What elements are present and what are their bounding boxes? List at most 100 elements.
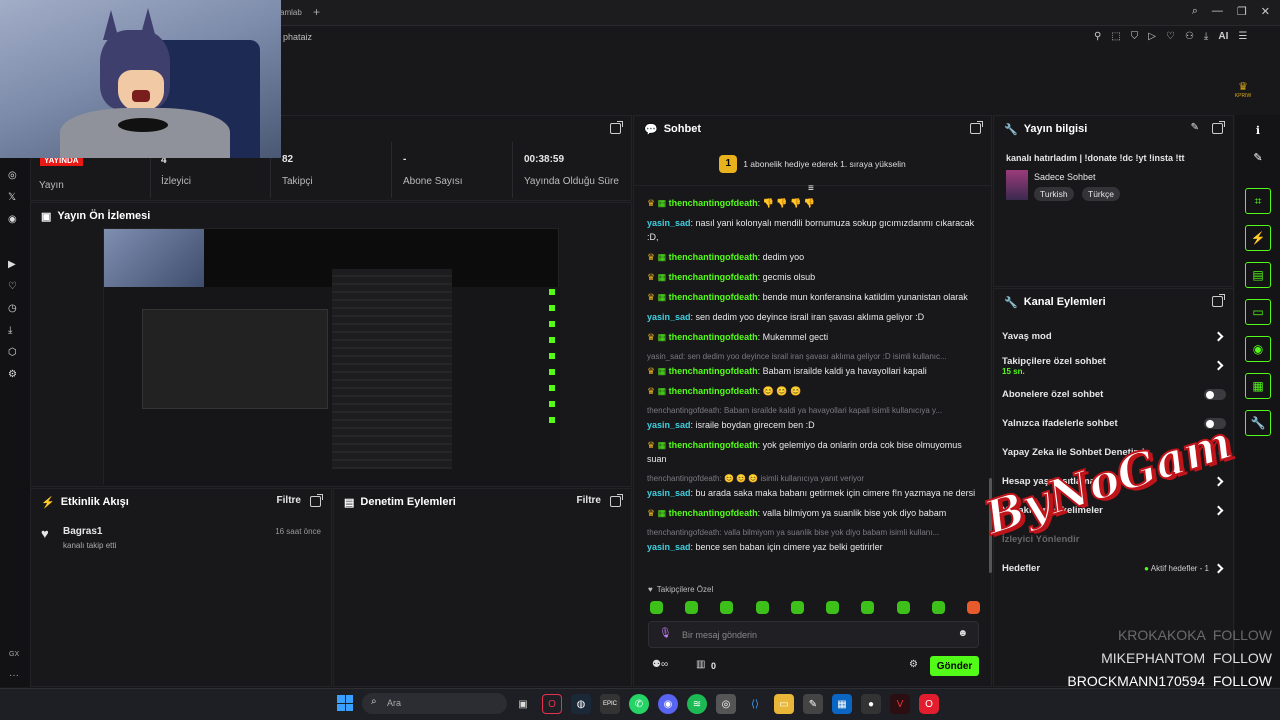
chevron-right-icon[interactable]: [1213, 563, 1224, 574]
send-button[interactable]: Gönder: [930, 656, 979, 676]
points-icon[interactable]: ▥: [696, 659, 705, 670]
wrench-icon[interactable]: 🔧: [1245, 410, 1271, 436]
popout-icon[interactable]: [610, 494, 623, 507]
emote[interactable]: [896, 601, 910, 614]
chat-username[interactable]: thenchantingofdeath: [669, 386, 758, 396]
discord-icon[interactable]: ◉: [658, 694, 678, 714]
heart-icon[interactable]: ♡: [8, 281, 17, 292]
tag-chip[interactable]: Turkish: [1034, 187, 1074, 201]
chat-username[interactable]: thenchantingofdeath: [669, 440, 758, 450]
info-icon[interactable]: ℹ: [1256, 124, 1260, 140]
chat-username[interactable]: thenchantingofdeath: [669, 508, 758, 518]
chevron-right-icon[interactable]: [1213, 331, 1224, 342]
emote[interactable]: [966, 601, 980, 614]
chat-username[interactable]: thenchantingofdeath: [669, 272, 758, 282]
tag-chip[interactable]: Türkçe: [1082, 187, 1120, 201]
emoji-icon[interactable]: ☻: [957, 628, 968, 639]
emote[interactable]: [720, 601, 734, 614]
channel-action-row[interactable]: Abonelere özel sohbet: [1002, 380, 1226, 409]
chat-settings-icon[interactable]: ⚙: [909, 659, 918, 670]
pencil-icon[interactable]: ✎: [1253, 151, 1262, 177]
task-view-icon[interactable]: ▣: [513, 694, 533, 714]
toggle-switch[interactable]: [1204, 389, 1226, 400]
chat-username[interactable]: thenchantingofdeath: [669, 366, 758, 376]
chat-username[interactable]: yasin_sad: [647, 542, 691, 552]
game-icon[interactable]: V: [890, 694, 910, 714]
chat-username[interactable]: yasin_sad: [647, 218, 691, 228]
broadcast-icon[interactable]: ◉: [1245, 336, 1271, 362]
chat-bubble-icon[interactable]: ▭: [1245, 299, 1271, 325]
popout-icon[interactable]: [1212, 121, 1225, 134]
chat-username[interactable]: thenchantingofdeath: [669, 252, 758, 262]
popout-icon[interactable]: [310, 494, 323, 507]
heart-icon[interactable]: ♡: [1166, 31, 1175, 42]
restore-icon[interactable]: ❐: [1237, 5, 1247, 18]
screenshot-icon[interactable]: ⬚: [1111, 31, 1120, 42]
edit-icon[interactable]: ✎: [1191, 122, 1199, 133]
menu-icon[interactable]: ☰: [1238, 31, 1247, 42]
emote[interactable]: [931, 601, 945, 614]
steam-icon[interactable]: ◍: [571, 694, 591, 714]
microphone-icon[interactable]: 🎙: [659, 628, 672, 639]
settings-icon[interactable]: ⚙: [8, 369, 17, 380]
moderation-filter[interactable]: Filtre: [577, 495, 601, 506]
calculator-icon[interactable]: ▦: [832, 694, 852, 714]
emote[interactable]: [650, 601, 663, 614]
chat-username[interactable]: yasin_sad: [647, 488, 691, 498]
shield-icon[interactable]: ⛉: [1131, 31, 1139, 42]
epic-games-icon[interactable]: EPIC: [600, 694, 620, 714]
account-icon[interactable]: ⚇: [1185, 31, 1194, 42]
recorder-icon[interactable]: ●: [861, 694, 881, 714]
popout-icon[interactable]: [1212, 294, 1225, 307]
emote[interactable]: [861, 601, 875, 614]
pin-icon[interactable]: ⚲: [1094, 31, 1101, 42]
obs-icon[interactable]: ◎: [716, 694, 736, 714]
bolt-icon[interactable]: ⚡: [1245, 225, 1271, 251]
emote[interactable]: [755, 601, 769, 614]
channel-action-row[interactable]: Takipçilere özel sohbet 15 sn.: [1002, 351, 1226, 380]
popout-icon[interactable]: [610, 121, 623, 134]
stream-preview-video[interactable]: [103, 228, 560, 485]
chevron-right-icon[interactable]: [1213, 360, 1224, 371]
chat-username[interactable]: yasin_sad: [647, 312, 691, 322]
discord-icon[interactable]: ◉: [8, 214, 17, 225]
minimize-icon[interactable]: —: [1212, 5, 1223, 18]
chat-username[interactable]: thenchantingofdeath: [669, 292, 758, 302]
file-explorer-icon[interactable]: ▭: [774, 694, 794, 714]
play-circle-icon[interactable]: ▶: [8, 259, 17, 270]
search-icon[interactable]: ⌕: [1192, 5, 1198, 18]
emote[interactable]: [826, 601, 840, 614]
instagram-icon[interactable]: ◎: [8, 170, 17, 181]
document-icon[interactable]: ▤: [1245, 262, 1271, 288]
start-icon[interactable]: [337, 695, 353, 711]
vscode-icon[interactable]: ⟨⟩: [745, 694, 765, 714]
x-icon[interactable]: 𝕏: [8, 192, 17, 203]
new-tab-icon[interactable]: +: [313, 5, 320, 19]
emote[interactable]: [790, 601, 804, 614]
ai-button[interactable]: AI: [1218, 31, 1228, 42]
emote[interactable]: [685, 601, 699, 614]
spotify-icon[interactable]: ≋: [687, 694, 707, 714]
download-icon[interactable]: ⤓: [8, 325, 17, 336]
extension-icon[interactable]: ⬡: [8, 347, 17, 358]
close-icon[interactable]: ✕: [1261, 5, 1270, 18]
pinned-toggle-icon[interactable]: ≡: [808, 183, 814, 194]
gift-banner[interactable]: 1 1 abonelik hediye ederek 1. sıraya yük…: [633, 142, 992, 186]
editor-icon[interactable]: ✎: [803, 694, 823, 714]
taskbar-search[interactable]: ⌕ Ara: [362, 693, 507, 714]
chat-username[interactable]: thenchantingofdeath: [669, 332, 758, 342]
gx-label[interactable]: GX: [9, 651, 19, 658]
activity-filter[interactable]: Filtre: [277, 495, 301, 506]
crop-icon[interactable]: ⌗: [1245, 188, 1271, 214]
play-icon[interactable]: ▷: [1148, 31, 1156, 42]
popout-icon[interactable]: [970, 121, 983, 134]
channel-action-row[interactable]: Yavaş mod: [1002, 322, 1226, 351]
opera-icon[interactable]: O: [919, 694, 939, 714]
chat-input[interactable]: 🎙 Bir mesaj gönderin ☻: [648, 621, 979, 648]
download-icon[interactable]: ⤓: [1204, 31, 1208, 42]
whatsapp-icon[interactable]: ✆: [629, 694, 649, 714]
opera-gx-icon[interactable]: O: [542, 694, 562, 714]
chat-users-icon[interactable]: ⚉∞: [652, 659, 668, 670]
chat-username[interactable]: thenchantingofdeath: [669, 198, 758, 208]
layout-icon[interactable]: ▦: [1245, 373, 1271, 399]
